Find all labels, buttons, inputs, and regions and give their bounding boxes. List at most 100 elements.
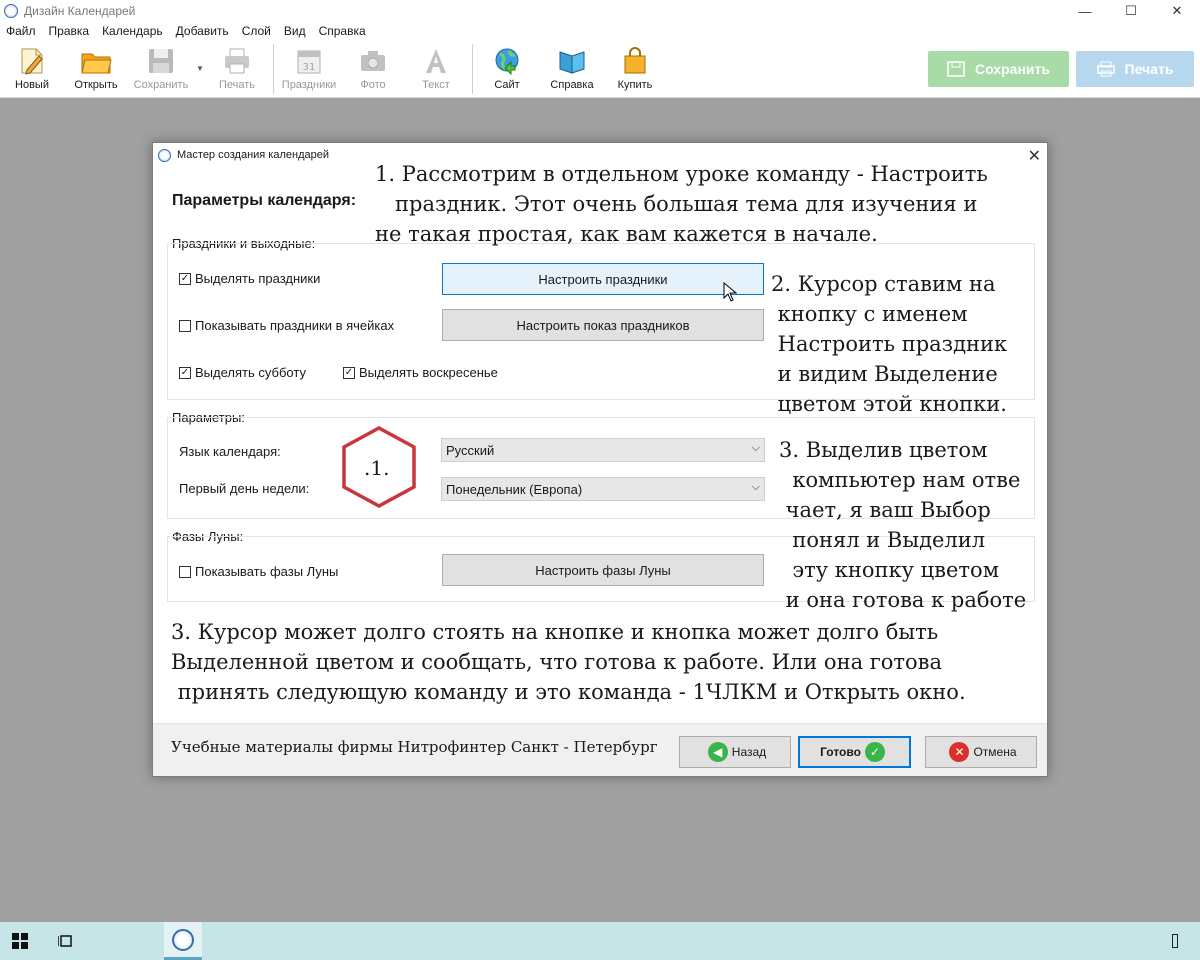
text-icon [420,46,452,76]
menu-view[interactable]: Вид [284,24,306,38]
print-big-button[interactable]: Печать [1076,51,1194,87]
svg-text:31: 31 [303,62,316,73]
window-controls: — ☐ ✕ [1062,0,1200,22]
new-document-icon [16,46,48,76]
check-icon: ✓ [864,742,885,762]
site-button[interactable]: Сайт [476,46,538,94]
photo-button[interactable]: Фото [342,46,404,94]
checkbox-checked-icon: ✓ [343,366,355,379]
help-label: Справка [550,79,594,91]
footer-caption: Учебные материалы фирмы Нитрофинтер Санк… [171,738,658,756]
checkbox-checked-icon: ✓ [179,272,191,285]
save-floppy-icon [947,61,965,77]
cancel-label: Отмена [973,745,1017,759]
show-moon-phases-label: Показывать фазы Луны [195,564,339,579]
save-floppy-icon [145,46,177,76]
print-big-label: Печать [1124,61,1174,77]
printer-icon [1096,61,1115,77]
highlight-holidays-label: Выделять праздники [195,271,321,286]
maximize-button[interactable]: ☐ [1108,0,1154,22]
toolbar: Новый Открыть Сохранить Печать 31 Праздн… [0,40,1200,98]
menu-file[interactable]: Файл [6,24,36,38]
dialog-footer: Учебные материалы фирмы Нитрофинтер Санк… [153,724,1047,776]
camera-icon [357,46,389,76]
minimize-button[interactable]: — [1062,0,1108,22]
configure-moon-phases-button[interactable]: Настроить фазы Луны [442,554,764,586]
cancel-x-icon: ✕ [949,742,970,762]
shopping-bag-icon [619,46,651,76]
highlight-sunday-checkbox[interactable]: ✓ Выделять воскресенье [343,365,498,380]
windows-start-icon[interactable] [12,933,28,949]
show-holidays-in-cells-checkbox[interactable]: Показывать праздники в ячейках [179,318,394,333]
menu-edit[interactable]: Правка [49,24,90,38]
mouse-cursor-icon [723,282,737,302]
checkbox-checked-icon: ✓ [179,366,191,379]
close-window-button[interactable]: ✕ [1154,0,1200,22]
save-button[interactable]: Сохранить [130,46,192,94]
calendar-language-select[interactable]: Русский ⌵ [441,438,765,462]
open-folder-icon [80,46,112,76]
text-label: Текст [422,79,450,91]
highlight-holidays-checkbox[interactable]: ✓ Выделять праздники [179,271,320,286]
globe-icon [491,46,523,76]
print-button[interactable]: Печать [206,46,268,94]
show-moon-phases-checkbox[interactable]: Показывать фазы Луны [179,564,338,579]
toolbar-separator [472,44,473,94]
cancel-button[interactable]: ✕ Отмена [925,736,1037,768]
menu-help[interactable]: Справка [319,24,366,38]
taskbar [0,922,1200,960]
dialog-title: Мастер создания календарей [177,149,329,161]
done-label: Готово [820,745,861,759]
save-big-button[interactable]: Сохранить [928,51,1069,87]
new-button[interactable]: Новый [1,46,63,94]
highlight-sunday-label: Выделять воскресенье [359,365,498,380]
app-clock-icon [4,4,18,18]
highlight-saturday-label: Выделять субботу [195,365,306,380]
taskbar-calendar-app[interactable] [164,922,202,960]
printer-icon [221,46,253,76]
app-clock-icon [172,928,194,951]
back-arrow-icon: ◀ [707,742,728,762]
first-day-label: Первый день недели: [179,481,310,496]
menu-calendar[interactable]: Календарь [102,24,163,38]
menu-layer[interactable]: Слой [242,24,271,38]
dialog-close-button[interactable]: ✕ [1028,146,1041,166]
done-button[interactable]: Готово ✓ [798,736,911,768]
show-holidays-in-cells-label: Показывать праздники в ячейках [195,318,395,333]
help-button[interactable]: Справка [541,46,603,94]
notification-icon[interactable] [1172,934,1178,948]
highlight-saturday-checkbox[interactable]: ✓ Выделять субботу [179,365,306,380]
open-button[interactable]: Открыть [65,46,127,94]
photo-label: Фото [360,79,386,91]
annotation-note-1: 1. Рассмотрим в отдельном уроке команду … [375,162,988,246]
back-button[interactable]: ◀ Назад [679,736,791,768]
new-label: Новый [15,79,49,91]
chevron-down-icon: ⌵ [751,481,760,493]
calendar-icon: 31 [293,46,325,76]
configure-holiday-display-button[interactable]: Настроить показ праздников [442,309,764,341]
open-label: Открыть [74,79,118,91]
buy-button[interactable]: Купить [604,46,666,94]
hexagon-annotation-label: .1. [364,456,390,480]
print-label: Печать [218,79,256,91]
save-label: Сохранить [133,79,189,91]
back-label: Назад [731,745,767,759]
checkbox-unchecked-icon [179,319,191,332]
menu-add[interactable]: Добавить [176,24,229,38]
annotation-note-4: 3. Курсор может долго стоять на кнопке и… [171,620,966,704]
app-titlebar: Дизайн Календарей — ☐ ✕ [0,0,1200,22]
task-view-icon[interactable] [58,934,74,948]
dialog-heading: Параметры календаря: [172,192,357,209]
app-title: Дизайн Календарей [24,4,136,18]
holidays-label: Праздники [281,79,337,91]
save-dropdown-arrow-icon[interactable]: ▼ [196,64,204,73]
first-day-value: Понедельник (Европа) [446,481,583,497]
annotation-note-3: 3. Выделив цветом компьютер нам отве чае… [779,438,1027,612]
configure-holidays-button[interactable]: Настроить праздники [442,263,764,295]
calendar-language-label: Язык календаря: [179,444,281,459]
first-day-select[interactable]: Понедельник (Европа) ⌵ [441,477,765,501]
toolbar-separator [273,44,274,94]
text-button[interactable]: Текст [405,46,467,94]
holidays-button[interactable]: 31 Праздники [278,46,340,94]
menu-bar: Файл Правка Календарь Добавить Слой Вид … [0,22,1200,40]
